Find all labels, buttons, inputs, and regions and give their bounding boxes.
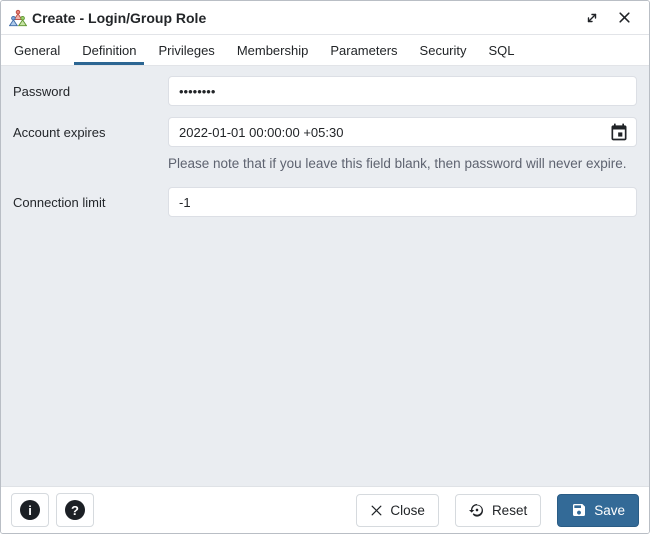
password-label: Password xyxy=(13,84,71,99)
expand-icon xyxy=(587,13,597,22)
password-expiry-note: Please note that if you leave this field… xyxy=(168,156,627,171)
help-icon: ? xyxy=(65,500,85,520)
definition-tab-panel: Password Account expires Please note tha… xyxy=(1,66,649,486)
reset-icon xyxy=(468,504,483,517)
calendar-icon xyxy=(611,123,627,141)
reset-button[interactable]: Reset xyxy=(454,493,542,527)
tab-membership[interactable]: Membership xyxy=(226,35,320,65)
create-login-group-role-dialog: Create - Login/Group Role General Defini… xyxy=(0,0,650,534)
password-input[interactable] xyxy=(168,76,637,106)
save-button[interactable]: Save xyxy=(557,493,639,527)
expand-button[interactable] xyxy=(581,7,603,29)
save-button-label: Save xyxy=(594,502,625,518)
account-expires-input[interactable] xyxy=(168,117,637,147)
connection-limit-input[interactable] xyxy=(168,187,637,218)
date-picker-button[interactable] xyxy=(607,121,631,143)
dialog-tabbar: General Definition Privileges Membership… xyxy=(1,34,649,66)
dialog-help-button[interactable]: ? xyxy=(56,493,94,527)
account-expires-row: Account expires xyxy=(13,117,637,147)
dialog-footer: i ? Close Reset Save xyxy=(1,486,649,533)
dialog-titlebar: Create - Login/Group Role xyxy=(1,1,649,34)
account-expires-field-wrap xyxy=(168,117,637,147)
reset-button-label: Reset xyxy=(491,502,528,518)
sql-help-button[interactable]: i xyxy=(11,493,49,527)
tab-parameters[interactable]: Parameters xyxy=(319,35,408,65)
close-x-icon xyxy=(371,505,382,515)
tab-privileges[interactable]: Privileges xyxy=(147,35,225,65)
connection-limit-field-wrap xyxy=(168,187,637,218)
connection-limit-row: Connection limit xyxy=(13,187,637,218)
password-field-wrap xyxy=(168,76,637,106)
group-role-icon xyxy=(9,9,27,26)
tab-sql[interactable]: SQL xyxy=(478,35,526,65)
tab-security[interactable]: Security xyxy=(409,35,478,65)
info-icon: i xyxy=(20,500,40,520)
close-icon xyxy=(618,12,630,23)
tab-general[interactable]: General xyxy=(3,35,71,65)
dialog-close-button[interactable] xyxy=(613,7,635,29)
tab-definition[interactable]: Definition xyxy=(71,35,147,65)
dialog-title: Create - Login/Group Role xyxy=(32,9,207,26)
password-row: Password xyxy=(13,76,637,106)
account-expires-label: Account expires xyxy=(13,125,106,140)
connection-limit-label: Connection limit xyxy=(13,195,106,211)
save-icon xyxy=(573,504,586,516)
close-button[interactable]: Close xyxy=(356,493,439,527)
close-button-label: Close xyxy=(390,502,425,518)
